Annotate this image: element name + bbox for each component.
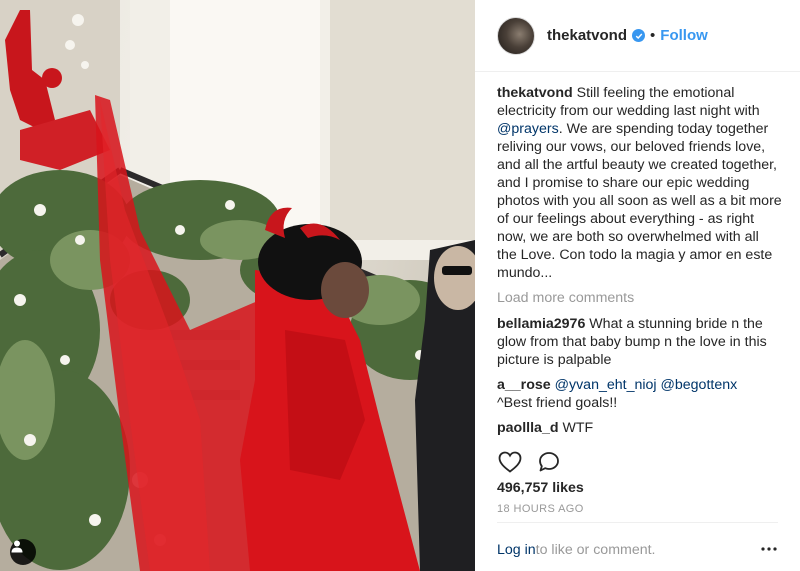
follow-button[interactable]: Follow bbox=[660, 27, 708, 44]
comment-text: WTF bbox=[558, 420, 594, 436]
likes-count[interactable]: 496,757 likes bbox=[497, 480, 584, 496]
post-photo[interactable] bbox=[0, 0, 475, 571]
comment-username[interactable]: paollla_d bbox=[497, 420, 559, 436]
wedding-photo-illustration bbox=[0, 0, 475, 571]
speech-bubble-icon bbox=[539, 452, 559, 472]
header-username[interactable]: thekatvond bbox=[547, 27, 627, 44]
user-tag-button[interactable] bbox=[10, 539, 36, 565]
user-tag-icon bbox=[11, 540, 23, 553]
caption-text-part2: . We are spending today together relivin… bbox=[497, 121, 782, 281]
comment-footer: Log in to like or comment. bbox=[497, 540, 778, 560]
comment-button[interactable] bbox=[536, 449, 562, 475]
comment-text: ^Best friend goals!! bbox=[497, 395, 618, 411]
header-separator: • bbox=[650, 27, 656, 44]
caption-username[interactable]: thekatvond bbox=[497, 85, 573, 101]
footer-divider bbox=[497, 522, 778, 523]
post-actions bbox=[497, 448, 782, 476]
like-button[interactable] bbox=[497, 449, 523, 475]
post-timestamp[interactable]: 18 HOURS AGO bbox=[497, 503, 584, 515]
comment-mention[interactable]: @yvan_eht_nioj bbox=[551, 377, 657, 393]
caption: thekatvond Still feeling the emotional e… bbox=[497, 84, 782, 282]
load-more-comments-button[interactable]: Load more comments bbox=[497, 289, 782, 307]
caption-mention[interactable]: @prayers bbox=[497, 121, 559, 137]
comment-item: bellamia2976 What a stunning bride n the… bbox=[497, 315, 782, 369]
login-link[interactable]: Log in bbox=[497, 542, 536, 558]
post-header: thekatvond • Follow bbox=[475, 0, 800, 72]
more-options-button[interactable] bbox=[758, 539, 780, 559]
heart-outline-icon bbox=[498, 451, 522, 473]
comments-list: thekatvond Still feeling the emotional e… bbox=[497, 84, 782, 438]
comment-item: paollla_d WTF bbox=[497, 419, 782, 437]
comment-item: a__rose @yvan_eht_nioj @begottenx ^Best f… bbox=[497, 376, 782, 412]
comment-username[interactable]: a__rose bbox=[497, 377, 551, 393]
comment-username[interactable]: bellamia2976 bbox=[497, 316, 585, 332]
comment-mention[interactable]: @begottenx bbox=[657, 377, 737, 393]
post-side-panel: thekatvond • Follow thekatvond Still fee… bbox=[475, 0, 800, 571]
more-dots-icon bbox=[761, 547, 777, 551]
login-prompt-text: to like or comment. bbox=[535, 542, 656, 558]
avatar[interactable] bbox=[497, 16, 535, 55]
verified-badge-icon bbox=[632, 29, 646, 42]
